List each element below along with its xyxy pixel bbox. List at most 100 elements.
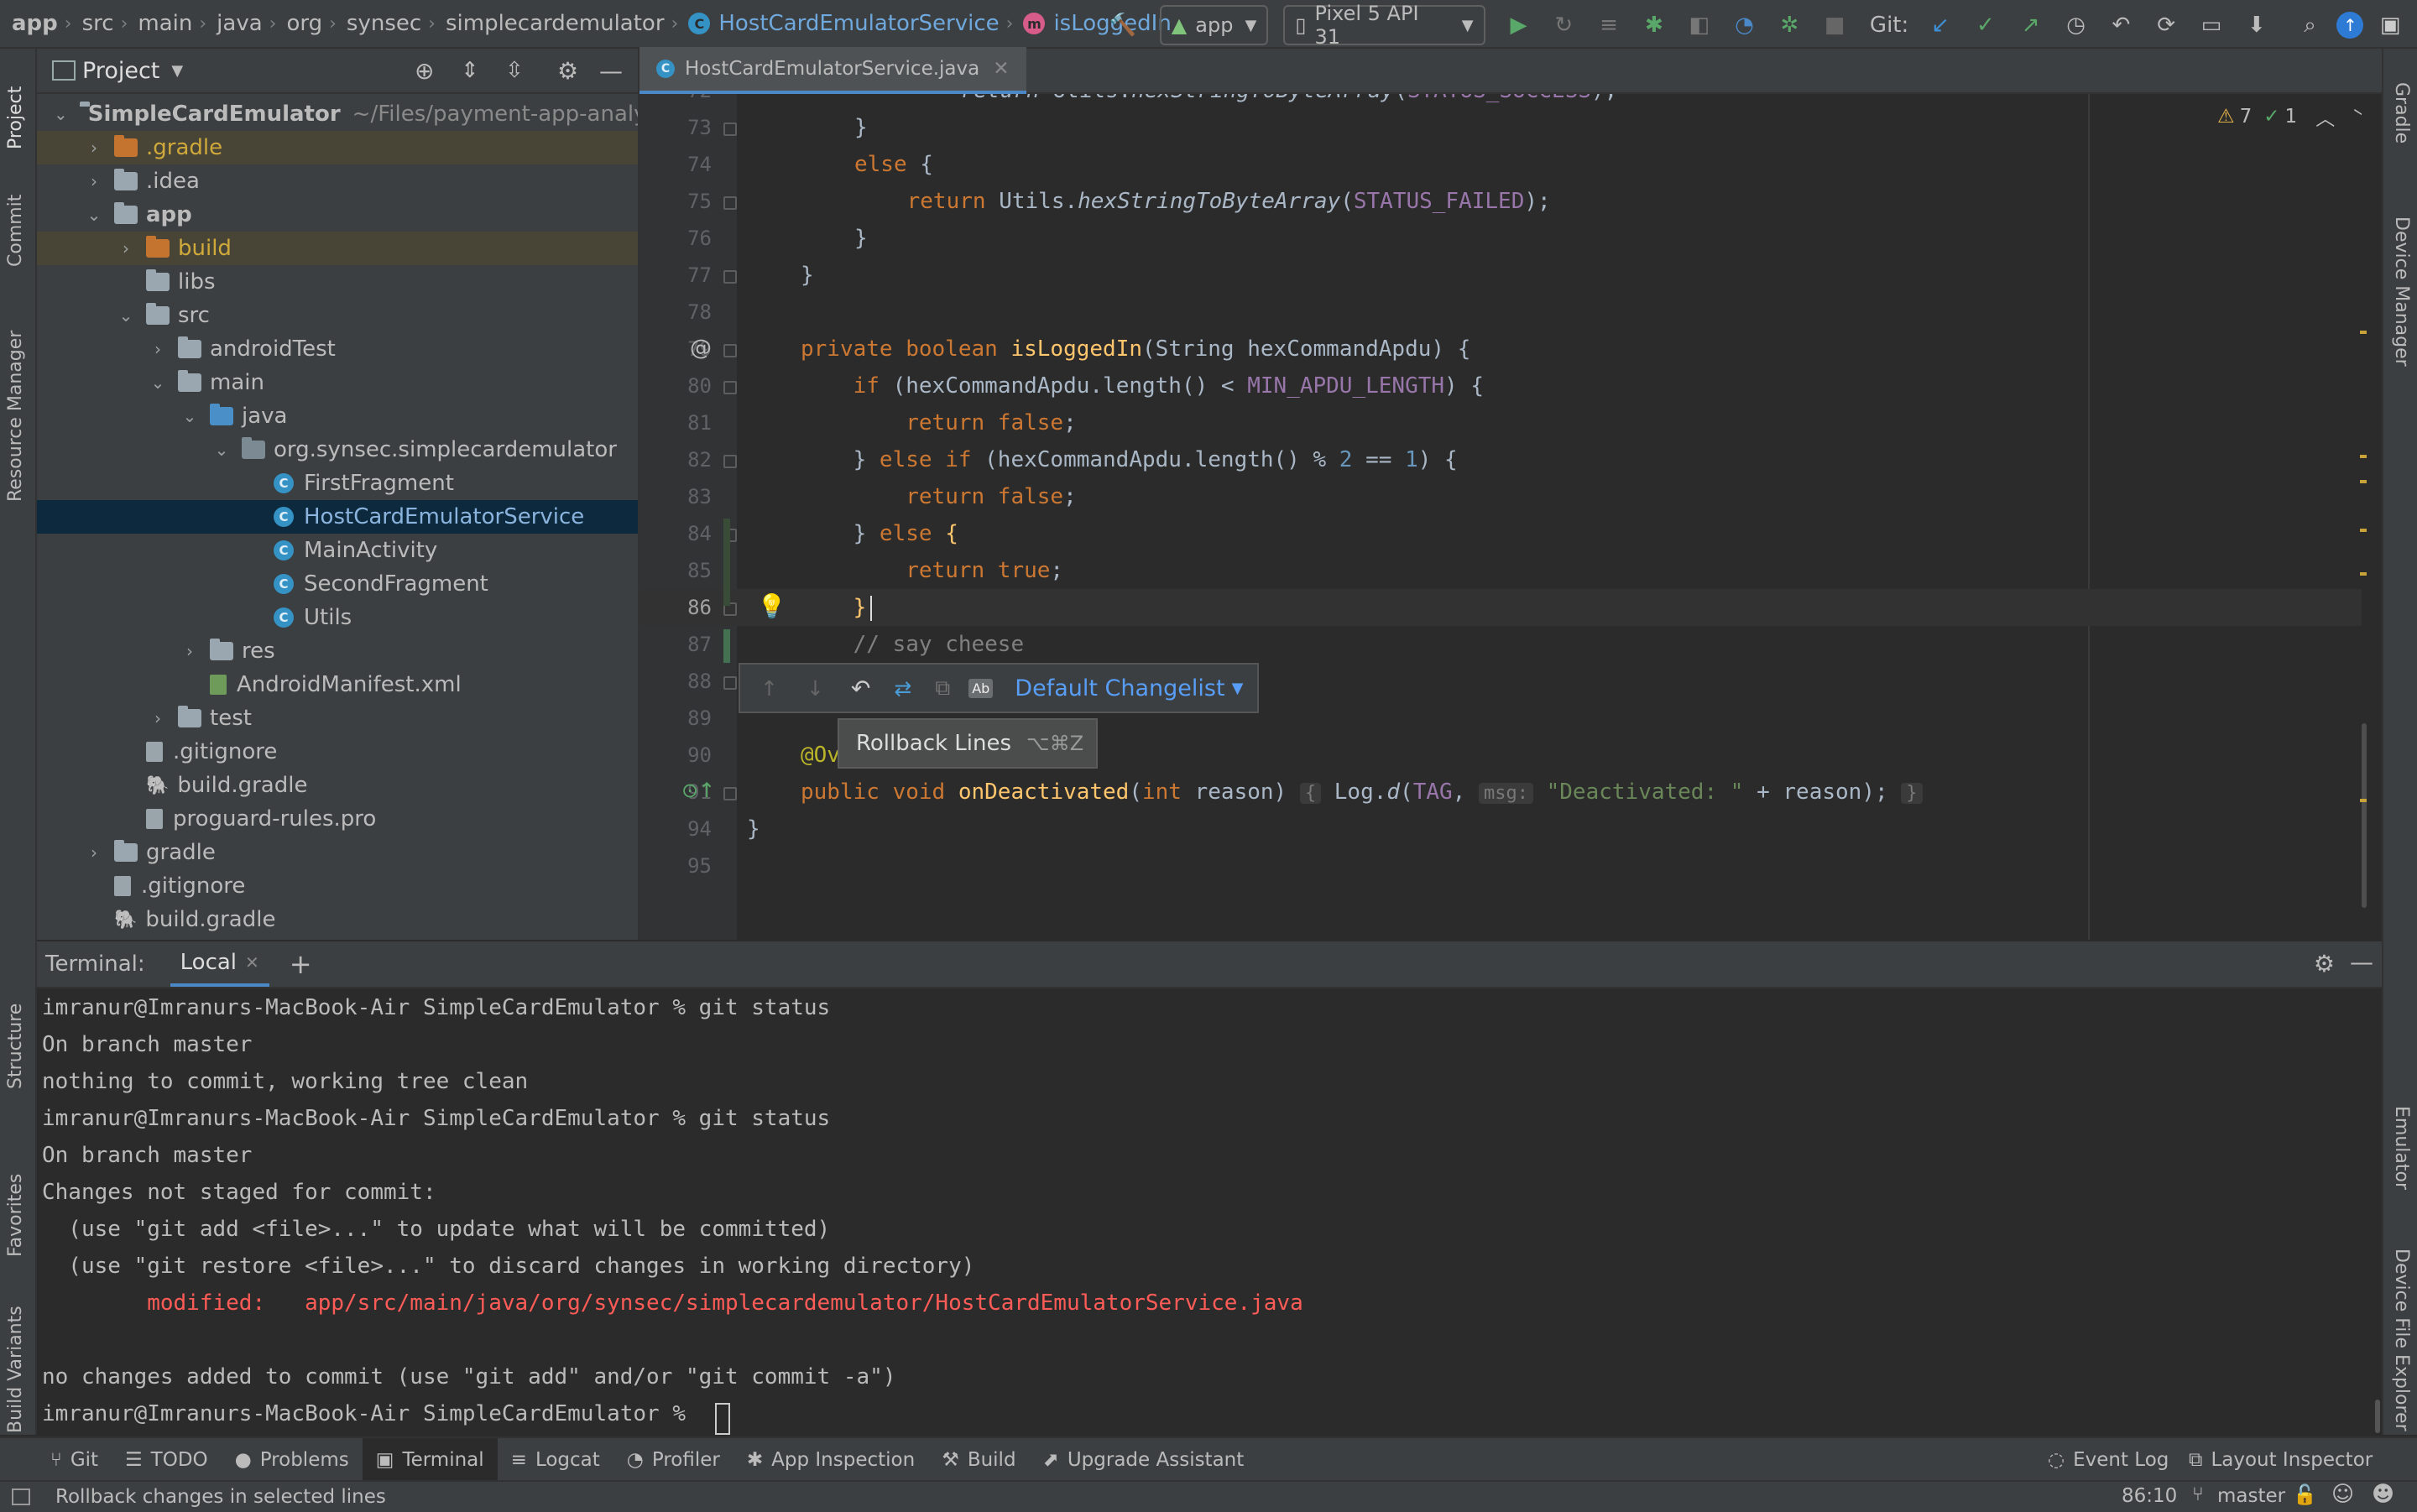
close-icon[interactable]: ✕ — [245, 952, 259, 972]
code-line[interactable]: 76} — [639, 220, 2367, 257]
gear-icon[interactable]: ⚙ — [557, 57, 578, 85]
tree-item[interactable]: ⌄ SimpleCardEmulator ~/Files/payment-app-a… — [37, 97, 638, 131]
code-line[interactable]: 94} — [639, 811, 2367, 847]
breadcrumb-src[interactable]: src — [82, 11, 114, 36]
tree-item[interactable]: › gradle — [37, 836, 638, 869]
error-stripe-mark[interactable] — [2360, 455, 2367, 458]
avd-manager-icon[interactable]: ▭ — [2193, 7, 2230, 44]
override-icon[interactable]: ⊙↑ — [681, 779, 715, 802]
locate-icon[interactable]: ⊕ — [415, 57, 434, 85]
apply-changes-icon[interactable]: ↻ — [1545, 7, 1582, 44]
scrollbar-thumb[interactable] — [2375, 1400, 2380, 1433]
tree-item[interactable]: › test — [37, 701, 638, 735]
tool-tab-git[interactable]: ⑂ Git — [37, 1438, 112, 1482]
hammer-icon[interactable]: 🔨 — [1104, 7, 1141, 44]
tool-tab-structure[interactable]: Structure — [5, 1004, 26, 1089]
breadcrumb-package[interactable]: simplecardemulator — [446, 11, 665, 36]
collapse-all-icon[interactable]: ⇳ — [505, 58, 524, 83]
changelist-selector[interactable]: Default Changelist — [1015, 675, 1224, 701]
editor-scrollbar[interactable] — [2362, 94, 2367, 940]
git-update-icon[interactable]: ↙ — [1922, 7, 1959, 44]
change-marker[interactable] — [723, 519, 730, 606]
error-stripe-mark[interactable] — [2360, 331, 2367, 334]
tree-item[interactable]: .gitignore — [37, 735, 638, 769]
git-commit-icon[interactable]: ✓ — [1967, 7, 2004, 44]
device-selector[interactable]: ▯ Pixel 5 API 31 ▼ — [1283, 2, 1485, 49]
breadcrumb-class[interactable]: HostCardEmulatorService — [718, 11, 999, 36]
error-stripe-mark[interactable] — [2360, 529, 2367, 532]
tree-item[interactable]: ⌄ java — [37, 399, 638, 433]
code-line[interactable]: 84 } else { — [639, 515, 2367, 552]
memory-indicator-icon[interactable]: ☻ — [2372, 1482, 2394, 1507]
sdk-manager-icon[interactable]: ⬇ — [2238, 7, 2275, 44]
tool-tab-project[interactable]: Project — [5, 86, 26, 149]
code-line[interactable]: 73} — [639, 109, 2367, 146]
chevron-down-icon[interactable]: ⌄ — [86, 205, 102, 225]
tree-item[interactable]: C SecondFragment — [37, 567, 638, 601]
search-icon[interactable]: ⌕ — [2292, 7, 2329, 44]
tree-item[interactable]: ⌄ org.synsec.simplecardemulator — [37, 433, 638, 467]
tool-tab-todo[interactable]: ☰ TODO — [112, 1438, 222, 1482]
fold-marker-icon[interactable] — [723, 381, 737, 394]
chevron-down-icon[interactable]: ▼ — [171, 62, 183, 80]
tree-item[interactable]: .gitignore — [37, 869, 638, 903]
tree-item[interactable]: ⌄ app — [37, 198, 638, 232]
stop-icon[interactable]: ■ — [1816, 7, 1853, 44]
fold-marker-icon[interactable] — [723, 455, 737, 468]
tool-tab-profiler[interactable]: ◔ Profiler — [613, 1438, 733, 1482]
breadcrumb-synsec[interactable]: synsec — [347, 11, 421, 36]
gear-icon[interactable]: ⚙ — [2314, 950, 2335, 978]
chevron-down-icon[interactable]: ⌄ — [213, 440, 230, 460]
rollback-icon[interactable]: ↶ — [851, 675, 870, 702]
code-line[interactable]: 72 return Utils.hexStringToByteArray(STA… — [639, 94, 2367, 109]
scrollbar-thumb[interactable] — [2362, 723, 2367, 908]
tree-item[interactable]: AndroidManifest.xml — [37, 668, 638, 701]
highlight-words-icon[interactable]: Ab — [968, 678, 994, 698]
tree-item[interactable]: › res — [37, 634, 638, 668]
tree-item[interactable]: ⌄ main — [37, 366, 638, 399]
history-icon[interactable]: ◷ — [2058, 7, 2095, 44]
debug-icon[interactable]: ✱ — [1636, 7, 1673, 44]
change-marker[interactable] — [723, 629, 730, 663]
fold-marker-icon[interactable] — [723, 787, 737, 800]
chevron-down-icon[interactable]: ⌄ — [117, 305, 134, 326]
tool-tab-build[interactable]: ⚒ Build — [928, 1438, 1029, 1482]
copy-icon[interactable]: ⧉ — [935, 675, 950, 701]
chevron-right-icon[interactable]: › — [117, 238, 134, 258]
project-panel-title[interactable]: Project — [82, 58, 159, 84]
error-stripe-mark[interactable] — [2360, 480, 2367, 483]
fold-marker-icon[interactable] — [723, 123, 737, 136]
code-line[interactable]: 87 // say cheese — [639, 626, 2367, 663]
code-line[interactable]: 75 return Utils.hexStringToByteArray(STA… — [639, 183, 2367, 220]
chevron-right-icon[interactable]: › — [181, 641, 198, 661]
tree-item[interactable]: › androidTest — [37, 332, 638, 366]
fold-marker-icon[interactable] — [723, 344, 737, 357]
fold-marker-icon[interactable] — [723, 676, 737, 690]
apply-code-changes-icon[interactable]: ≡ — [1590, 7, 1627, 44]
tree-item[interactable]: 🐘 build.gradle — [37, 903, 638, 936]
tool-tab-upgrade-assistant[interactable]: ⬈ Upgrade Assistant — [1030, 1438, 1258, 1482]
debug-coverage-icon[interactable]: ✲ — [1771, 7, 1808, 44]
breadcrumb-main[interactable]: main — [138, 11, 192, 36]
terminal-tab-local[interactable]: Local ✕ — [170, 941, 269, 987]
fold-marker-icon[interactable] — [723, 270, 737, 284]
tool-tab-gradle[interactable]: Gradle — [2391, 82, 2412, 143]
lightbulb-icon[interactable]: 💡 — [757, 592, 786, 620]
tool-tab-favorites[interactable]: Favorites — [5, 1174, 26, 1257]
inspection-widget[interactable]: ⚠ 7 ✓ 1 ︿ ﹀ — [2217, 102, 2367, 131]
chevron-down-icon[interactable]: ⌄ — [54, 104, 68, 124]
tree-item[interactable]: C FirstFragment — [37, 467, 638, 500]
breadcrumb-org[interactable]: org — [286, 11, 322, 36]
chevron-down-icon[interactable]: ⌄ — [149, 373, 166, 393]
tool-tab-terminal[interactable]: ▣ Terminal — [362, 1438, 498, 1482]
tool-tab-device-manager[interactable]: Device Manager — [2391, 216, 2412, 367]
sync-gradle-icon[interactable]: ⟳ — [2148, 7, 2185, 44]
code-line[interactable]: 81 return false; — [639, 404, 2367, 441]
chevron-down-icon[interactable]: ▼ — [1232, 680, 1244, 697]
breadcrumb-java[interactable]: java — [217, 11, 262, 36]
chevron-down-icon[interactable]: ⌄ — [181, 406, 198, 426]
code-line[interactable]: 78 — [639, 294, 2367, 331]
tree-item[interactable]: › .idea — [37, 164, 638, 198]
caret-position[interactable]: 86:10 — [2122, 1485, 2177, 1507]
smiley-icon[interactable]: ☺ — [2331, 1482, 2354, 1507]
